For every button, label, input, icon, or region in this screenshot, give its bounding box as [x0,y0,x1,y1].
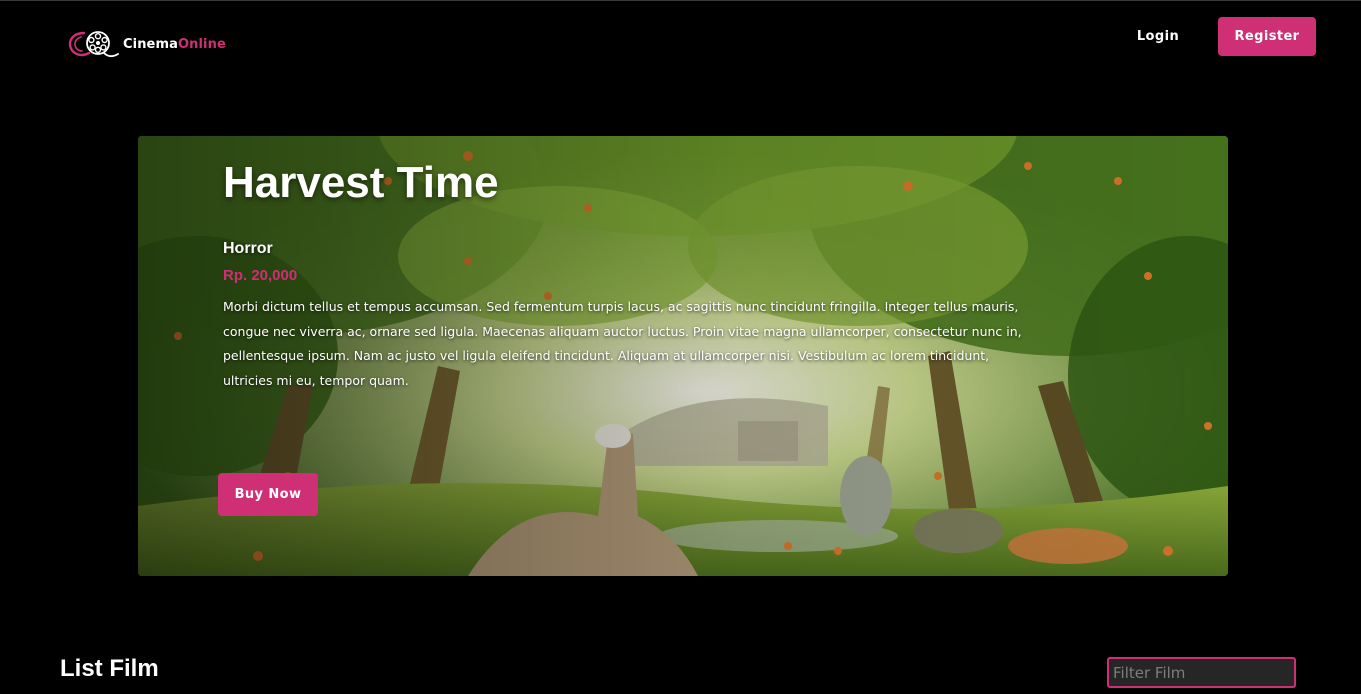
hero-title: Harvest Time [223,158,499,207]
list-film-heading: List Film [60,655,159,682]
brand-name-part1: Cinema [123,36,178,52]
buy-now-button[interactable]: Buy Now [218,473,318,516]
login-link[interactable]: Login [1126,17,1190,55]
hero-description: Morbi dictum tellus et tempus accumsan. … [223,299,1022,388]
hero-banner: Harvest Time Horror Rp. 20,000 Morbi dic… [138,136,1228,576]
brand-logo-link[interactable]: CinemaOnline [68,28,226,60]
hero-price: Rp. 20,000 [223,267,298,284]
hero-genre: Horror [223,240,273,257]
register-button[interactable]: Register [1218,17,1316,56]
filter-film-input[interactable] [1107,657,1296,688]
film-reel-logo-icon [68,31,119,58]
brand-name: CinemaOnline [123,37,226,52]
navbar: CinemaOnline Login Register [0,1,1361,81]
brand-name-part2: Online [178,36,226,52]
